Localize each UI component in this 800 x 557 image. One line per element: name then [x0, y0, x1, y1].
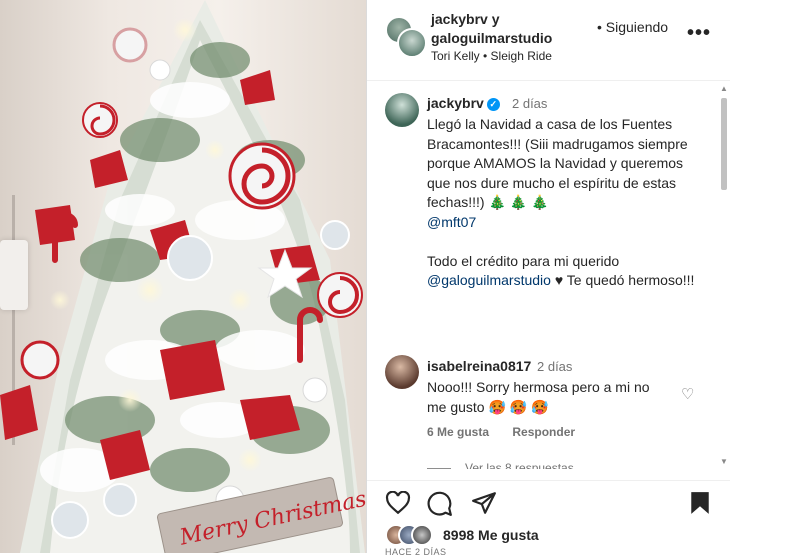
post-header: jackybrv y galoguilmarstudio Tori Kelly …: [367, 0, 731, 81]
page-background: [730, 0, 800, 553]
comment-username-text[interactable]: isabelreina0817: [427, 358, 531, 374]
caption-timestamp[interactable]: 2 días: [512, 96, 547, 111]
avatar[interactable]: [385, 355, 419, 389]
caption-text: Llegó la Navidad a casa de los Fuentes B…: [427, 115, 702, 291]
comment-text: Nooo!!! Sorry hermosa pero a mi no me gu…: [427, 379, 650, 415]
comment-timestamp[interactable]: 2 días: [537, 359, 572, 374]
avatar: [411, 524, 433, 546]
collab-usernames[interactable]: jackybrv y galoguilmarstudio: [431, 10, 552, 48]
share-send-icon[interactable]: [471, 491, 497, 515]
save-bookmark-icon[interactable]: [689, 491, 711, 515]
view-replies-label[interactable]: Ver las 8 respuestas: [465, 461, 574, 469]
comment-bubble-icon[interactable]: [427, 491, 453, 517]
mention-link[interactable]: @mft07: [427, 214, 476, 230]
scrollbar[interactable]: ▲ ▼: [719, 84, 729, 466]
like-heart-icon[interactable]: [385, 491, 411, 515]
comment-like-heart-icon[interactable]: ♡: [681, 385, 694, 403]
replies-divider: [427, 468, 451, 469]
scroll-down-arrow-icon[interactable]: ▼: [720, 457, 728, 466]
avatar[interactable]: [397, 28, 427, 58]
comment-likes-count[interactable]: 6 Me gusta: [427, 425, 489, 439]
likes-count[interactable]: 8998 Me gusta: [443, 527, 539, 543]
scroll-up-arrow-icon[interactable]: ▲: [720, 84, 728, 93]
header-user-line1[interactable]: jackybrv y: [431, 10, 552, 29]
verified-badge-icon: ✓: [486, 98, 500, 111]
comment-username[interactable]: isabelreina0817: [427, 358, 531, 374]
caption-username-text[interactable]: jackybrv: [427, 95, 484, 111]
caption-username[interactable]: jackybrv ✓: [427, 95, 500, 111]
post-photo[interactable]: Merry Christmas: [0, 0, 366, 553]
more-options-icon[interactable]: •••: [687, 22, 711, 45]
christmas-tree-illustration: Merry Christmas: [0, 0, 366, 553]
caption-body-2: Todo el crédito para mi querido: [427, 252, 620, 269]
post-date: HACE 2 DÍAS: [385, 547, 447, 557]
caption-body-3: ♥ Te quedó hermoso!!!: [550, 272, 695, 288]
reply-button[interactable]: Responder: [512, 425, 575, 439]
view-replies[interactable]: Ver las 8 respuestas: [427, 461, 574, 469]
scrollbar-thumb[interactable]: [721, 98, 727, 190]
avatar[interactable]: [385, 93, 419, 127]
collab-avatars[interactable]: [385, 16, 427, 58]
caption-body: Llegó la Navidad a casa de los Fuentes B…: [427, 116, 692, 210]
mention-link[interactable]: @galoguilmarstudio: [427, 272, 551, 288]
comment-meta: 6 Me gusta Responder: [427, 425, 595, 439]
comments-scroll-area[interactable]: jackybrv ✓ 2 días Llegó la Navidad a casa…: [367, 81, 731, 469]
post-actions-bar: [367, 480, 731, 521]
music-label[interactable]: Tori Kelly • Sleigh Ride: [431, 49, 552, 63]
following-button[interactable]: • Siguiendo: [597, 19, 668, 35]
header-user-line2[interactable]: galoguilmarstudio: [431, 29, 552, 48]
post-detail-panel: jackybrv y galoguilmarstudio Tori Kelly …: [366, 0, 731, 557]
